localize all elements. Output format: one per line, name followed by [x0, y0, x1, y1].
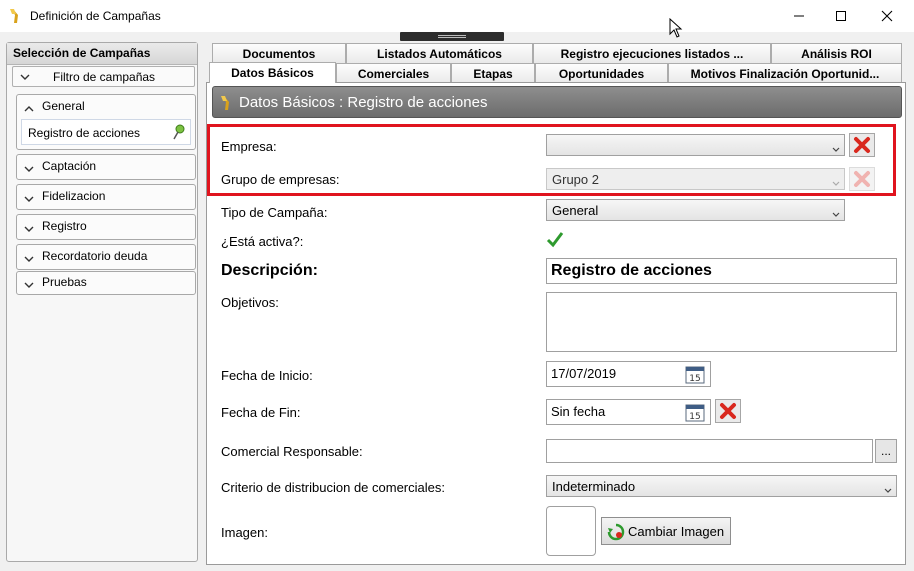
- grupo-empresas-select[interactable]: Grupo 2: [546, 168, 845, 190]
- group-label: Captación: [42, 159, 97, 173]
- fecha-fin-label: Fecha de Fin:: [221, 405, 301, 420]
- calendar-icon[interactable]: 15: [685, 402, 705, 425]
- tipo-campana-label: Tipo de Campaña:: [221, 205, 328, 220]
- chevron-down-icon: [832, 175, 840, 190]
- svg-text:15: 15: [689, 412, 700, 422]
- close-icon: [881, 10, 893, 22]
- clear-fecha-fin-button[interactable]: [715, 399, 741, 423]
- group-fidelizacion[interactable]: Fidelizacion: [16, 184, 196, 210]
- clear-empresa-button[interactable]: [849, 133, 875, 157]
- group-label: General: [42, 99, 85, 113]
- svg-text:15: 15: [689, 374, 700, 384]
- image-preview: [546, 506, 596, 556]
- objetivos-label: Objetivos:: [221, 295, 279, 310]
- delete-x-icon: [720, 403, 736, 419]
- activa-checkbox[interactable]: [546, 231, 564, 251]
- group-header-general[interactable]: General: [17, 95, 195, 117]
- chevron-down-icon: [24, 222, 34, 236]
- criterio-select[interactable]: Indeterminado: [546, 475, 897, 497]
- chevron-down-icon: [24, 192, 34, 206]
- fecha-fin-input[interactable]: Sin fecha 15: [546, 399, 711, 425]
- panel-header: Selección de Campañas: [7, 43, 197, 65]
- comercial-responsable-label: Comercial Responsable:: [221, 444, 363, 459]
- tab-listados-automaticos[interactable]: Listados Automáticos: [346, 43, 533, 63]
- chevron-up-icon: [24, 102, 34, 116]
- clear-grupo-empresas-button[interactable]: [849, 167, 875, 191]
- tipo-campana-select[interactable]: General: [546, 199, 845, 221]
- activa-label: ¿Está activa?:: [221, 234, 304, 249]
- delete-x-icon: [854, 137, 870, 153]
- section-title: Datos Básicos : Registro de acciones: [239, 94, 488, 111]
- tab-analisis-roi[interactable]: Análisis ROI: [771, 43, 902, 63]
- criterio-label: Criterio de distribucion de comerciales:: [221, 480, 445, 495]
- group-label: Registro: [42, 219, 87, 233]
- objetivos-textarea[interactable]: [546, 292, 897, 352]
- fecha-inicio-input[interactable]: 17/07/2019 15: [546, 361, 711, 387]
- campaign-item-label: Registro de acciones: [28, 126, 141, 140]
- checkmark-icon: [546, 232, 564, 248]
- group-recordatorio-deuda[interactable]: Recordatorio deuda: [16, 244, 196, 270]
- imagen-label: Imagen:: [221, 525, 268, 540]
- descripcion-label: Descripción:: [221, 262, 318, 279]
- delete-x-icon: [854, 171, 870, 187]
- descripcion-input[interactable]: Registro de acciones: [546, 258, 897, 284]
- app-icon: [8, 8, 22, 27]
- chevron-down-icon: [884, 482, 892, 497]
- change-image-button[interactable]: Cambiar Imagen: [601, 517, 731, 545]
- minimize-button[interactable]: [776, 0, 822, 32]
- mouse-cursor-icon: [669, 17, 683, 41]
- campaign-selector-panel: Selección de Campañas Filtro de campañas…: [6, 42, 198, 562]
- tab-oportunidades[interactable]: Oportunidades: [535, 63, 668, 83]
- app-icon: [219, 95, 233, 115]
- group-registro[interactable]: Registro: [16, 214, 196, 240]
- empresa-label: Empresa:: [221, 139, 277, 154]
- group-captacion[interactable]: Captación: [16, 154, 196, 180]
- comercial-responsable-input[interactable]: [546, 439, 873, 463]
- tab-etapas[interactable]: Etapas: [451, 63, 535, 83]
- campaign-item-registro-acciones[interactable]: Registro de acciones: [21, 119, 191, 145]
- browse-comercial-button[interactable]: ...: [875, 439, 897, 463]
- empresa-select[interactable]: [546, 134, 845, 156]
- pin-icon[interactable]: [172, 124, 186, 143]
- campaign-filter-expander[interactable]: Filtro de campañas: [12, 66, 195, 87]
- filter-label: Filtro de campañas: [53, 70, 156, 84]
- grupo-empresas-label: Grupo de empresas:: [221, 172, 340, 187]
- group-label: Pruebas: [42, 275, 87, 289]
- chevron-down-icon: [24, 278, 34, 292]
- tab-documentos[interactable]: Documentos: [212, 43, 346, 63]
- section-header: Datos Básicos : Registro de acciones: [212, 86, 902, 118]
- chevron-down-icon: [20, 71, 30, 85]
- window-title: Definición de Campañas: [30, 9, 161, 23]
- splitter-grip[interactable]: [400, 32, 504, 41]
- tab-comerciales[interactable]: Comerciales: [336, 63, 451, 83]
- tab-datos-basicos[interactable]: Datos Básicos: [209, 62, 336, 83]
- fecha-inicio-label: Fecha de Inicio:: [221, 368, 313, 383]
- title-bar: Definición de Campañas: [0, 0, 914, 38]
- calendar-icon[interactable]: 15: [685, 364, 705, 387]
- chevron-down-icon: [832, 206, 840, 221]
- group-general: General Registro de acciones: [16, 94, 196, 150]
- maximize-icon: [836, 11, 846, 21]
- group-label: Fidelizacion: [42, 189, 106, 203]
- tab-registro-ejecuciones[interactable]: Registro ejecuciones listados ...: [533, 43, 771, 63]
- group-pruebas[interactable]: Pruebas: [16, 271, 196, 295]
- close-button[interactable]: [864, 0, 910, 32]
- chevron-down-icon: [832, 141, 840, 156]
- chevron-down-icon: [24, 162, 34, 176]
- tab-motivos-finalizacion[interactable]: Motivos Finalización Oportunid...: [668, 63, 902, 83]
- minimize-icon: [794, 15, 804, 17]
- group-label: Recordatorio deuda: [42, 249, 148, 263]
- chevron-down-icon: [24, 252, 34, 266]
- refresh-image-icon: [607, 523, 625, 544]
- maximize-button[interactable]: [818, 0, 864, 32]
